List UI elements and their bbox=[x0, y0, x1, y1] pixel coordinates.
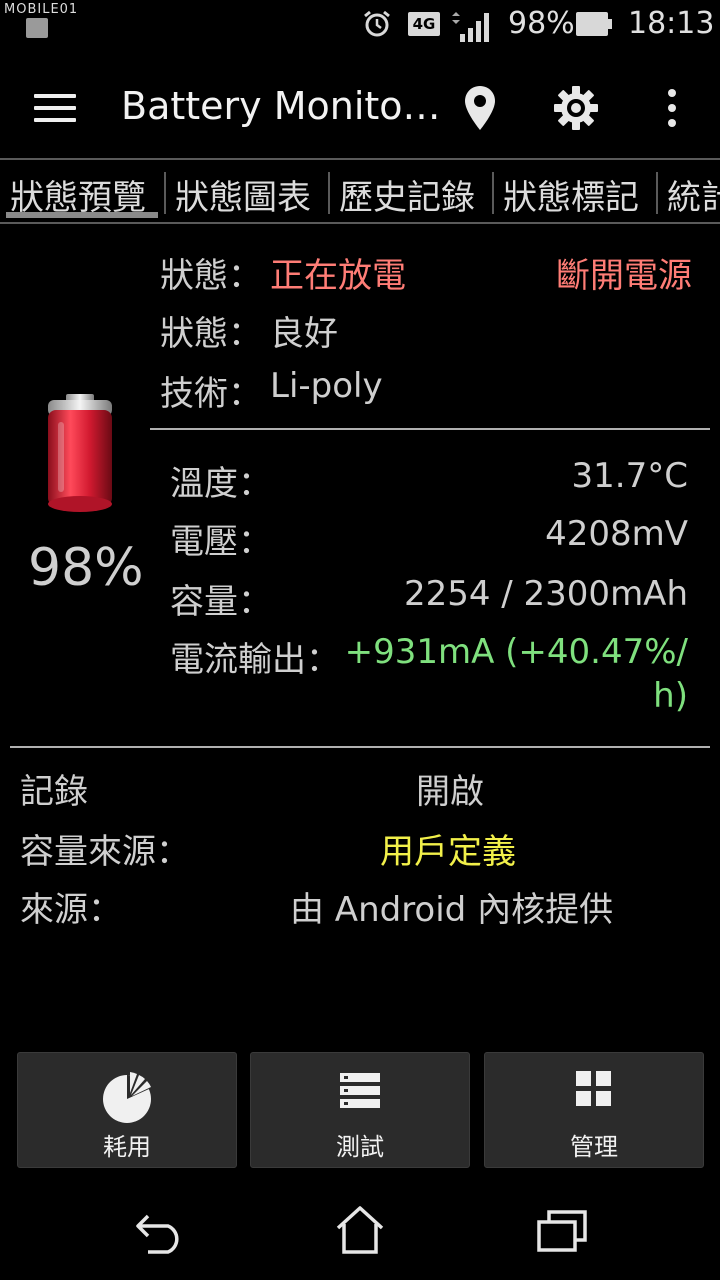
tab-charts[interactable]: 狀態圖表 bbox=[175, 170, 311, 219]
current-value-wrap: h) bbox=[653, 676, 688, 716]
test-button-label: 測試 bbox=[336, 1133, 384, 1161]
tech-value: Li-poly bbox=[270, 366, 383, 406]
grid-icon bbox=[576, 1071, 611, 1106]
capacity-source-value[interactable]: 用戶定義 bbox=[380, 824, 516, 873]
tab-statistics[interactable]: 統計 bbox=[667, 170, 720, 219]
battery-level: 98% bbox=[28, 538, 144, 598]
tab-history[interactable]: 歷史記錄 bbox=[339, 170, 475, 219]
current-value: +931mA (+40.47%/ bbox=[344, 632, 688, 672]
manage-button-label: 管理 bbox=[570, 1133, 618, 1161]
capacity-value: 2254 / 2300mAh bbox=[403, 574, 688, 614]
status-label: 狀態： bbox=[160, 256, 262, 296]
tech-label: 技術： bbox=[160, 374, 262, 414]
menu-icon[interactable] bbox=[34, 94, 76, 124]
status-value: 正在放電 bbox=[270, 256, 406, 296]
pie-chart-icon bbox=[103, 1072, 151, 1123]
status-bar: MOBILE01 4G 98% 18:13 bbox=[0, 0, 720, 50]
watermark: MOBILE01 bbox=[4, 2, 79, 17]
log-value[interactable]: 開啟 bbox=[416, 764, 484, 813]
tab-separator bbox=[328, 172, 330, 214]
battery-level-icon bbox=[48, 394, 112, 512]
power-state: 斷開電源 bbox=[556, 256, 692, 296]
tab-separator bbox=[492, 172, 494, 214]
voltage-value: 4208mV bbox=[545, 514, 688, 554]
screen: MOBILE01 4G 98% 18:13 Battery Monito… 狀態… bbox=[0, 0, 720, 1280]
battery-percent-status: 98% bbox=[508, 6, 575, 41]
tab-selected-indicator bbox=[6, 212, 158, 218]
manage-button[interactable]: 管理 bbox=[484, 1052, 704, 1168]
capacity-source-label: 容量來源： bbox=[20, 832, 190, 872]
gear-icon[interactable] bbox=[552, 84, 600, 132]
location-icon[interactable] bbox=[462, 84, 498, 132]
action-bar: Battery Monito… bbox=[0, 58, 720, 158]
test-button[interactable]: 測試 bbox=[250, 1052, 470, 1168]
current-label: 電流輸出： bbox=[170, 640, 340, 680]
list-icon bbox=[340, 1073, 380, 1108]
source-label: 來源： bbox=[20, 890, 122, 930]
notification-icon bbox=[26, 18, 48, 38]
health-label: 狀態： bbox=[160, 314, 262, 354]
health-value: 良好 bbox=[270, 314, 338, 354]
app-title: Battery Monito… bbox=[121, 84, 441, 128]
voltage-label: 電壓： bbox=[170, 522, 272, 562]
capacity-label: 容量： bbox=[170, 582, 272, 622]
navigation-bar bbox=[0, 1186, 720, 1280]
divider bbox=[150, 428, 710, 430]
usage-button[interactable]: 耗用 bbox=[17, 1052, 237, 1168]
tab-markers[interactable]: 狀態標記 bbox=[503, 170, 639, 219]
battery-status-icon bbox=[576, 12, 612, 36]
signal-icon bbox=[452, 12, 489, 42]
log-label: 記錄 bbox=[20, 772, 88, 812]
back-icon[interactable] bbox=[134, 1206, 186, 1254]
divider bbox=[10, 746, 710, 748]
recent-apps-icon[interactable] bbox=[536, 1208, 588, 1254]
home-icon[interactable] bbox=[334, 1204, 386, 1256]
temperature-label: 溫度： bbox=[170, 464, 272, 504]
usage-button-label: 耗用 bbox=[103, 1133, 151, 1161]
temperature-value: 31.7°C bbox=[571, 456, 688, 496]
alarm-icon bbox=[364, 10, 390, 37]
network-type-icon: 4G bbox=[408, 12, 440, 36]
more-vert-icon[interactable] bbox=[662, 88, 682, 128]
tab-separator bbox=[164, 172, 166, 214]
clock: 18:13 bbox=[628, 6, 715, 41]
tab-bar: 狀態預覽 狀態圖表 歷史記錄 狀態標記 統計 bbox=[0, 158, 720, 224]
source-value: 由 Android 內核提供 bbox=[290, 890, 614, 930]
tab-separator bbox=[656, 172, 658, 214]
